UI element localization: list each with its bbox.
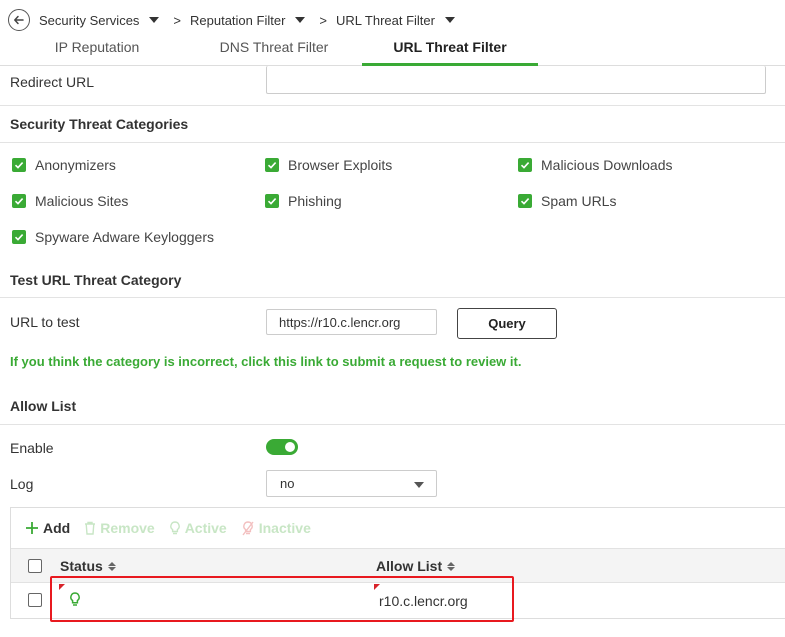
checkbox-label: Phishing — [288, 193, 342, 209]
checkmark-icon — [265, 194, 279, 208]
plus-icon — [26, 522, 38, 534]
arrow-left-icon — [14, 15, 24, 25]
checkmark-icon — [12, 230, 26, 244]
add-button[interactable]: Add — [25, 520, 70, 536]
select-all-checkbox[interactable] — [28, 559, 42, 573]
table-row[interactable]: r10.c.lencr.org — [11, 583, 785, 619]
log-select[interactable]: no — [266, 470, 437, 497]
allow-list-cell: r10.c.lencr.org — [379, 593, 468, 609]
tab-bar: IP Reputation DNS Threat Filter URL Thre… — [0, 34, 785, 66]
checkbox-spam-urls[interactable]: Spam URLs — [518, 193, 616, 209]
column-header-status[interactable]: Status — [60, 558, 116, 574]
lightbulb-icon — [70, 592, 80, 606]
checkbox-malicious-sites[interactable]: Malicious Sites — [12, 193, 128, 209]
inactive-button[interactable]: Inactive — [241, 520, 311, 536]
tab-ip-reputation[interactable]: IP Reputation — [32, 34, 162, 66]
back-button[interactable] — [8, 9, 30, 31]
table-header: Status Allow List — [11, 548, 785, 583]
checkbox-label: Anonymizers — [35, 157, 116, 173]
sort-icon — [447, 561, 456, 571]
checkbox-label: Malicious Downloads — [541, 157, 673, 173]
tab-dns-threat-filter[interactable]: DNS Threat Filter — [200, 34, 348, 66]
remove-button[interactable]: Remove — [84, 520, 155, 536]
breadcrumb: Security Services > Reputation Filter > … — [8, 8, 455, 32]
breadcrumb-label: URL Threat Filter — [336, 12, 435, 28]
tab-url-threat-filter[interactable]: URL Threat Filter — [362, 34, 538, 66]
caret-down-icon[interactable] — [444, 17, 455, 23]
divider — [0, 142, 785, 143]
row-checkbox[interactable] — [28, 593, 42, 607]
checkbox-malicious-downloads[interactable]: Malicious Downloads — [518, 157, 673, 173]
log-label: Log — [10, 476, 34, 492]
url-to-test-input[interactable]: https://r10.c.lencr.org — [266, 309, 437, 335]
lightbulb-icon — [169, 520, 180, 534]
caret-down-icon[interactable] — [149, 17, 160, 23]
checkbox-label: Browser Exploits — [288, 157, 393, 173]
redirect-url-input[interactable] — [266, 66, 766, 94]
checkmark-icon — [518, 158, 532, 172]
section-title-test-url: Test URL Threat Category — [10, 272, 182, 288]
column-header-label: Status — [60, 558, 103, 574]
checkbox-label: Malicious Sites — [35, 193, 129, 209]
breadcrumb-label: Reputation Filter — [190, 12, 286, 28]
breadcrumb-item-security-services[interactable]: Security Services — [39, 12, 160, 28]
active-button[interactable]: Active — [169, 520, 227, 536]
checkbox-label: Spam URLs — [541, 193, 617, 209]
add-label: Add — [43, 520, 71, 536]
checkmark-icon — [518, 194, 532, 208]
checkmark-icon — [265, 158, 279, 172]
inactive-label: Inactive — [258, 520, 311, 536]
breadcrumb-separator: > — [319, 12, 327, 28]
breadcrumb-label: Security Services — [39, 12, 140, 28]
edit-marker-icon — [374, 584, 380, 590]
remove-label: Remove — [100, 520, 155, 536]
edit-marker-icon — [59, 584, 65, 590]
breadcrumb-item-reputation-filter[interactable]: Reputation Filter — [190, 12, 306, 28]
checkbox-phishing[interactable]: Phishing — [265, 193, 342, 209]
log-select-value: no — [280, 476, 295, 491]
trash-icon — [85, 521, 96, 535]
table-toolbar: Add Remove Active Inactive — [25, 520, 325, 536]
breadcrumb-separator: > — [173, 12, 182, 28]
checkbox-browser-exploits[interactable]: Browser Exploits — [265, 157, 392, 173]
column-header-allow-list[interactable]: Allow List — [376, 558, 456, 574]
review-request-link[interactable]: If you think the category is incorrect, … — [10, 354, 521, 369]
checkmark-icon — [12, 158, 26, 172]
enable-label: Enable — [10, 440, 54, 456]
enable-toggle[interactable] — [266, 439, 298, 455]
column-header-label: Allow List — [376, 558, 443, 574]
checkmark-icon — [12, 194, 26, 208]
checkbox-label: Spyware Adware Keyloggers — [35, 229, 214, 245]
checkbox-anonymizers[interactable]: Anonymizers — [12, 157, 116, 173]
section-title-categories: Security Threat Categories — [10, 116, 189, 132]
lightbulb-off-icon — [242, 520, 254, 535]
checkbox-spyware-adware-keyloggers[interactable]: Spyware Adware Keyloggers — [12, 229, 214, 245]
breadcrumb-item-url-threat-filter[interactable]: URL Threat Filter — [336, 13, 455, 28]
divider — [0, 297, 785, 298]
sort-icon — [107, 561, 116, 571]
url-to-test-label: URL to test — [10, 314, 80, 330]
caret-down-icon[interactable] — [295, 17, 306, 23]
caret-down-icon — [414, 482, 424, 488]
allow-list-table: Add Remove Active Inactive Status Allow … — [10, 507, 785, 619]
toggle-knob — [285, 442, 295, 452]
active-label: Active — [184, 520, 227, 536]
query-button[interactable]: Query — [457, 308, 557, 339]
section-title-allow-list: Allow List — [10, 398, 77, 414]
divider — [0, 105, 785, 106]
divider — [0, 424, 785, 425]
redirect-url-label: Redirect URL — [10, 74, 95, 90]
